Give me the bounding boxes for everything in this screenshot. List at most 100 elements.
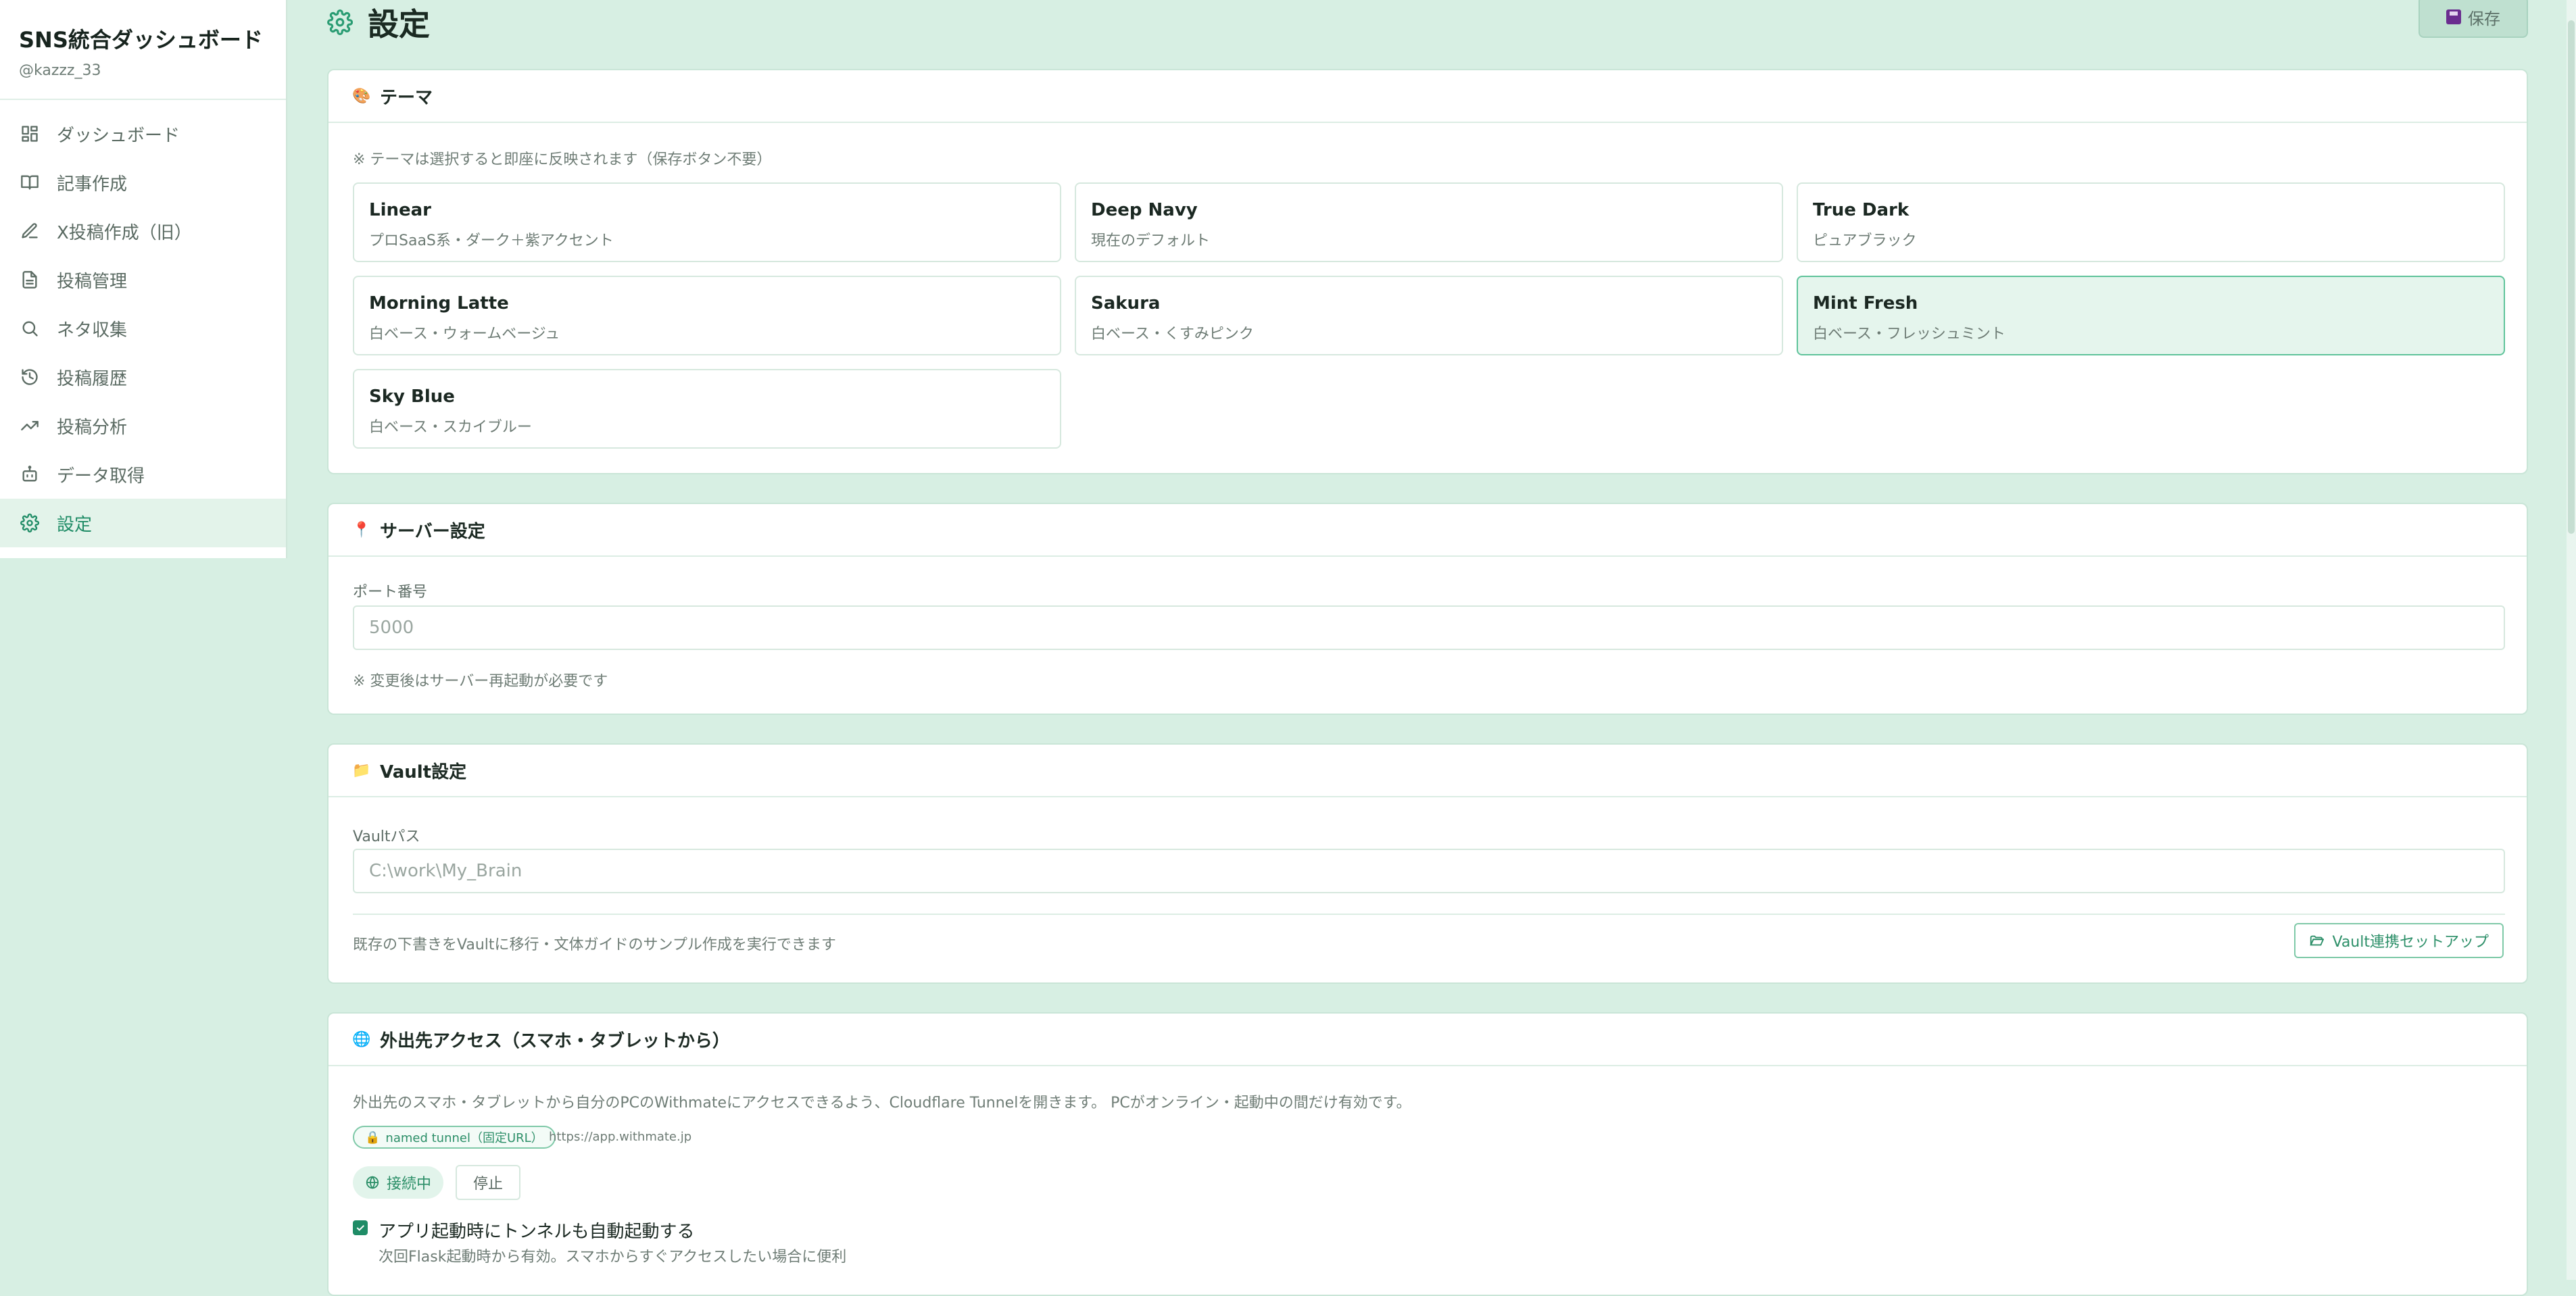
card-header: 📁 Vault設定 [329, 745, 2527, 797]
sidebar-item-label: 投稿履歴 [57, 368, 128, 389]
globe-icon: 🌐 [352, 1030, 371, 1048]
sidebar-item-label: X投稿作成（旧） [57, 222, 192, 243]
sidebar-item-post-manage[interactable]: 投稿管理 [0, 255, 286, 304]
theme-name: Sakura [1091, 293, 1161, 314]
card-title: 外出先アクセス（スマホ・タブレットから） [380, 1030, 730, 1051]
scrollbar-thumb[interactable] [2568, 20, 2575, 534]
gear-icon [327, 9, 353, 35]
stop-button[interactable]: 停止 [456, 1165, 521, 1200]
theme-name: Sky Blue [369, 387, 455, 407]
pen-icon [20, 222, 39, 241]
sidebar-item-label: ダッシュボード [57, 125, 180, 146]
stop-button-label: 停止 [473, 1176, 504, 1193]
autostart-help: 次回Flask起動時から有効。スマホからすぐアクセスしたい場合に便利 [379, 1249, 847, 1266]
sidebar-item-settings[interactable]: 設定 [0, 499, 286, 547]
sidebar-item-label: データ取得 [57, 466, 145, 487]
grid-icon [20, 124, 39, 143]
port-input[interactable] [353, 605, 2505, 650]
card-header: 📍 サーバー設定 [329, 504, 2527, 557]
sidebar-item-data-fetch[interactable]: データ取得 [0, 450, 286, 499]
theme-name: Mint Fresh [1813, 293, 1918, 314]
save-button[interactable]: 保存 [2419, 0, 2528, 38]
theme-option-true-dark[interactable]: True Dark ピュアブラック [1797, 182, 2505, 262]
search-icon [20, 319, 39, 338]
theme-card: 🎨 テーマ ※ テーマは選択すると即座に反映されます（保存ボタン不要） Line… [327, 69, 2528, 474]
card-header: 🌐 外出先アクセス（スマホ・タブレットから） [329, 1014, 2527, 1066]
palette-icon: 🎨 [352, 87, 371, 105]
scrollbar[interactable] [2567, 0, 2576, 1280]
gear-icon [20, 514, 39, 532]
sidebar-item-dashboard[interactable]: ダッシュボード [0, 109, 286, 158]
sidebar-item-analytics[interactable]: 投稿分析 [0, 401, 286, 450]
theme-option-mint-fresh[interactable]: Mint Fresh 白ベース・フレッシュミント [1797, 276, 2505, 355]
sidebar-nav: ダッシュボード 記事作成 X投稿作成（旧） 投稿管理 ネタ収集 投稿履歴 投稿分… [0, 100, 286, 547]
card-title: Vault設定 [380, 762, 467, 782]
sidebar-item-article[interactable]: 記事作成 [0, 158, 286, 207]
theme-option-deep-navy[interactable]: Deep Navy 現在のデフォルト [1075, 182, 1783, 262]
tunnel-badge-label: named tunnel（固定URL） [385, 1131, 543, 1145]
card-title: テーマ [380, 87, 433, 108]
floppy-icon [2446, 9, 2461, 24]
folder-icon: 📁 [352, 762, 371, 779]
theme-desc: 白ベース・ウォームベージュ [369, 326, 560, 343]
connection-status: 接続中 [353, 1166, 444, 1199]
sidebar: SNS統合ダッシュボード @kazzz_33 ダッシュボード 記事作成 X投稿作… [0, 0, 287, 558]
vault-desc: 既存の下書きをVaultに移行・文体ガイドのサンプル作成を実行できます [353, 937, 836, 953]
theme-desc: 白ベース・スカイブルー [369, 419, 532, 436]
folder-open-icon [2310, 935, 2325, 946]
save-button-label: 保存 [2468, 9, 2500, 28]
theme-desc: 白ベース・フレッシュミント [1813, 326, 2006, 343]
globe-icon [366, 1176, 379, 1189]
sidebar-item-label: 設定 [57, 514, 93, 535]
lock-icon: 🔒 [365, 1130, 381, 1145]
vault-path-input[interactable] [353, 849, 2505, 893]
tunnel-badge: 🔒 named tunnel（固定URL） [353, 1126, 556, 1149]
theme-note: ※ テーマは選択すると即座に反映されます（保存ボタン不要） [353, 151, 772, 168]
sidebar-item-history[interactable]: 投稿履歴 [0, 353, 286, 401]
server-note: ※ 変更後はサーバー再起動が必要です [353, 673, 608, 690]
vault-path-label: Vaultパス [353, 828, 420, 845]
autostart-checkbox[interactable] [353, 1220, 368, 1235]
server-card: 📍 サーバー設定 ポート番号 ※ 変更後はサーバー再起動が必要です [327, 503, 2528, 715]
page-header: 設定 保存 [327, 0, 2528, 43]
autostart-label[interactable]: アプリ起動時にトンネルも自動起動する [379, 1218, 694, 1243]
port-label: ポート番号 [353, 584, 428, 601]
remote-access-card: 🌐 外出先アクセス（スマホ・タブレットから） 外出先のスマホ・タブレットから自分… [327, 1012, 2528, 1296]
pin-icon: 📍 [352, 521, 371, 539]
card-header: 🎨 テーマ [329, 70, 2527, 123]
theme-name: Deep Navy [1091, 200, 1198, 220]
trend-icon [20, 416, 39, 435]
theme-desc: ピュアブラック [1813, 232, 1917, 249]
history-icon [20, 368, 39, 387]
page-title: 設定 [327, 0, 430, 45]
user-handle: @kazzz_33 [19, 62, 101, 79]
check-icon [356, 1224, 365, 1231]
sidebar-item-ideas[interactable]: ネタ収集 [0, 304, 286, 353]
brand: SNS統合ダッシュボード @kazzz_33 [0, 0, 286, 100]
theme-name: Morning Latte [369, 293, 509, 314]
theme-desc: 白ベース・くすみピンク [1091, 326, 1254, 343]
theme-option-morning-latte[interactable]: Morning Latte 白ベース・ウォームベージュ [353, 276, 1061, 355]
sidebar-item-label: 投稿分析 [57, 417, 128, 438]
theme-name: True Dark [1813, 200, 1910, 220]
theme-option-sky-blue[interactable]: Sky Blue 白ベース・スカイブルー [353, 369, 1061, 449]
connection-status-label: 接続中 [387, 1176, 432, 1193]
theme-option-linear[interactable]: Linear プロSaaS系・ダーク＋紫アクセント [353, 182, 1061, 262]
sidebar-item-x-post[interactable]: X投稿作成（旧） [0, 207, 286, 255]
vault-card: 📁 Vault設定 Vaultパス 既存の下書きをVaultに移行・文体ガイドの… [327, 743, 2528, 984]
divider [353, 914, 2505, 915]
sidebar-item-label: ネタ収集 [57, 320, 128, 341]
tunnel-url[interactable]: https://app.withmate.jp [549, 1130, 691, 1144]
theme-name: Linear [369, 200, 431, 220]
theme-desc: 現在のデフォルト [1091, 232, 1211, 249]
remote-desc: 外出先のスマホ・タブレットから自分のPCのWithmateにアクセスできるよう、… [353, 1095, 1411, 1112]
card-title: サーバー設定 [380, 521, 485, 542]
sidebar-item-label: 記事作成 [57, 174, 128, 195]
theme-option-sakura[interactable]: Sakura 白ベース・くすみピンク [1075, 276, 1783, 355]
theme-desc: プロSaaS系・ダーク＋紫アクセント [369, 232, 614, 249]
vault-setup-button[interactable]: Vault連携セットアップ [2294, 923, 2504, 958]
bot-icon [20, 465, 39, 484]
page-title-text: 設定 [368, 6, 430, 43]
file-icon [20, 270, 39, 289]
vault-setup-label: Vault連携セットアップ [2332, 934, 2489, 951]
